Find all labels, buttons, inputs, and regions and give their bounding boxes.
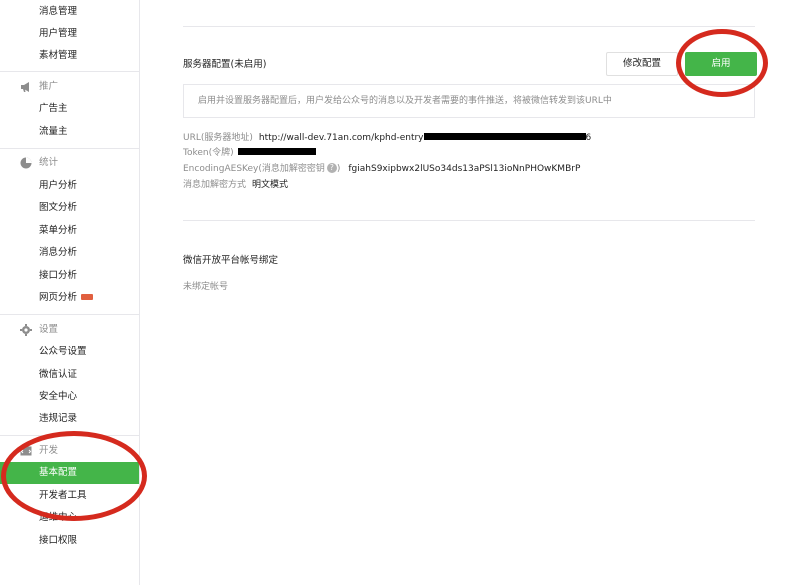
sidebar-item-label: 微信认证 <box>39 369 78 380</box>
sidebar-item-label: 接口权限 <box>39 535 78 546</box>
server-config-tip: 启用并设置服务器配置后，用户发给公众号的消息以及开发者需要的事件推送，将被微信转… <box>183 84 755 118</box>
sidebar-item-api-analysis[interactable]: 接口分析 <box>0 265 139 287</box>
redaction-mark <box>423 133 586 140</box>
sidebar-item-label: 用户分析 <box>39 180 78 191</box>
sidebar-item-label: 消息分析 <box>39 247 78 258</box>
sidebar-divider <box>0 148 139 149</box>
sidebar-item-user-analysis[interactable]: 用户分析 <box>0 175 139 197</box>
pie-chart-icon <box>20 157 32 169</box>
encrypt-mode-row: 消息加解密方式 明文模式 <box>183 179 288 191</box>
url-row: URL(服务器地址) http://wall-dev.71an.com/kphd-… <box>183 132 591 144</box>
sidebar-group-statistics: 统计 <box>0 152 139 174</box>
section-divider <box>183 26 755 27</box>
sidebar-item-label: 公众号设置 <box>39 346 87 357</box>
sidebar: 消息管理 用户管理 素材管理 推广 广告主 流量主 统计 用户分析 图文分析 菜… <box>0 0 140 585</box>
sidebar-item-label: 消息管理 <box>39 6 78 17</box>
sidebar-group-title: 推广 <box>39 81 59 92</box>
sidebar-item-label: 开发者工具 <box>39 490 87 501</box>
sidebar-item-label: 基本配置 <box>39 467 78 478</box>
sidebar-item-ops-center[interactable]: 运维中心 <box>0 507 139 529</box>
sidebar-item-label: 安全中心 <box>39 391 78 402</box>
sidebar-item-message-analysis[interactable]: 消息分析 <box>0 242 139 264</box>
sidebar-item-label: 用户管理 <box>39 28 78 39</box>
sidebar-divider <box>0 435 139 436</box>
open-platform-status: 未绑定帐号 <box>183 282 229 292</box>
token-label: Token(令牌) <box>183 148 234 158</box>
sidebar-item-label: 接口分析 <box>39 270 78 281</box>
sidebar-item-material-management[interactable]: 素材管理 <box>0 45 139 67</box>
sidebar-item-violation-records[interactable]: 违规记录 <box>0 408 139 430</box>
sidebar-item-label: 流量主 <box>39 126 68 137</box>
sidebar-item-developer-tools[interactable]: 开发者工具 <box>0 485 139 507</box>
token-row: Token(令牌) <box>183 147 316 159</box>
sidebar-divider <box>0 71 139 72</box>
developer-icon <box>20 446 32 456</box>
url-label: URL(服务器地址) <box>183 133 253 143</box>
encrypt-mode-value: 明文模式 <box>252 180 289 190</box>
sidebar-item-webpage-analysis[interactable]: 网页分析 <box>0 287 139 309</box>
sidebar-group-title: 开发 <box>39 445 59 456</box>
tip-text: 启用并设置服务器配置后，用户发给公众号的消息以及开发者需要的事件推送，将被微信转… <box>198 96 612 106</box>
aes-key-row: EncodingAESKey(消息加解密密钥?) fgiahS9xipbwx2lU… <box>183 162 581 175</box>
sidebar-divider <box>0 314 139 315</box>
server-config-title: 服务器配置(未启用) <box>183 59 267 70</box>
url-value: http://wall-dev.71an.com/kphd-entry <box>258 133 424 143</box>
sidebar-group-settings: 设置 <box>0 319 139 341</box>
sidebar-item-label: 素材管理 <box>39 50 78 61</box>
sidebar-item-label-wrap: 网页分析 <box>39 287 94 309</box>
aes-key-value: fgiahS9xipbwx2lUSo34ds13aPSl13ioNnPHOwKM… <box>348 164 581 174</box>
section-divider <box>183 220 755 221</box>
sidebar-item-advertiser[interactable]: 广告主 <box>0 98 139 120</box>
sidebar-item-account-settings[interactable]: 公众号设置 <box>0 341 139 363</box>
sidebar-item-api-permissions[interactable]: 接口权限 <box>0 530 139 552</box>
aes-key-label: EncodingAESKey(消息加解密密钥 <box>183 164 325 174</box>
gear-icon <box>20 324 32 336</box>
sidebar-item-wechat-verification[interactable]: 微信认证 <box>0 364 139 386</box>
sidebar-item-label: 网页分析 <box>39 292 78 303</box>
help-icon[interactable]: ? <box>326 162 337 173</box>
aes-key-label-close: ) <box>336 164 341 174</box>
sidebar-item-label: 广告主 <box>39 103 68 114</box>
sidebar-item-label: 菜单分析 <box>39 225 78 236</box>
sidebar-item-user-management[interactable]: 用户管理 <box>0 23 139 45</box>
sidebar-item-message-management[interactable]: 消息管理 <box>0 1 139 23</box>
sidebar-item-publisher[interactable]: 流量主 <box>0 121 139 143</box>
sidebar-group-development: 开发 <box>0 440 139 462</box>
sidebar-item-basic-config[interactable]: 基本配置 <box>0 462 139 484</box>
megaphone-icon <box>21 82 29 92</box>
sidebar-item-label: 违规记录 <box>39 413 78 424</box>
new-badge-icon <box>81 293 94 300</box>
open-platform-title: 微信开放平台帐号绑定 <box>183 255 279 266</box>
sidebar-group-title: 设置 <box>39 324 59 335</box>
sidebar-group-title: 统计 <box>39 157 59 168</box>
encrypt-mode-label: 消息加解密方式 <box>183 180 247 190</box>
sidebar-item-security-center[interactable]: 安全中心 <box>0 386 139 408</box>
redaction-mark <box>237 148 316 155</box>
sidebar-item-label: 运维中心 <box>39 512 78 523</box>
sidebar-item-article-analysis[interactable]: 图文分析 <box>0 197 139 219</box>
modify-config-button[interactable]: 修改配置 <box>606 52 678 76</box>
sidebar-item-menu-analysis[interactable]: 菜单分析 <box>0 220 139 242</box>
sidebar-group-promotion: 推广 <box>0 76 139 98</box>
enable-button[interactable]: 启用 <box>685 52 757 76</box>
url-tail: 6 <box>585 133 592 143</box>
sidebar-item-label: 图文分析 <box>39 202 78 213</box>
